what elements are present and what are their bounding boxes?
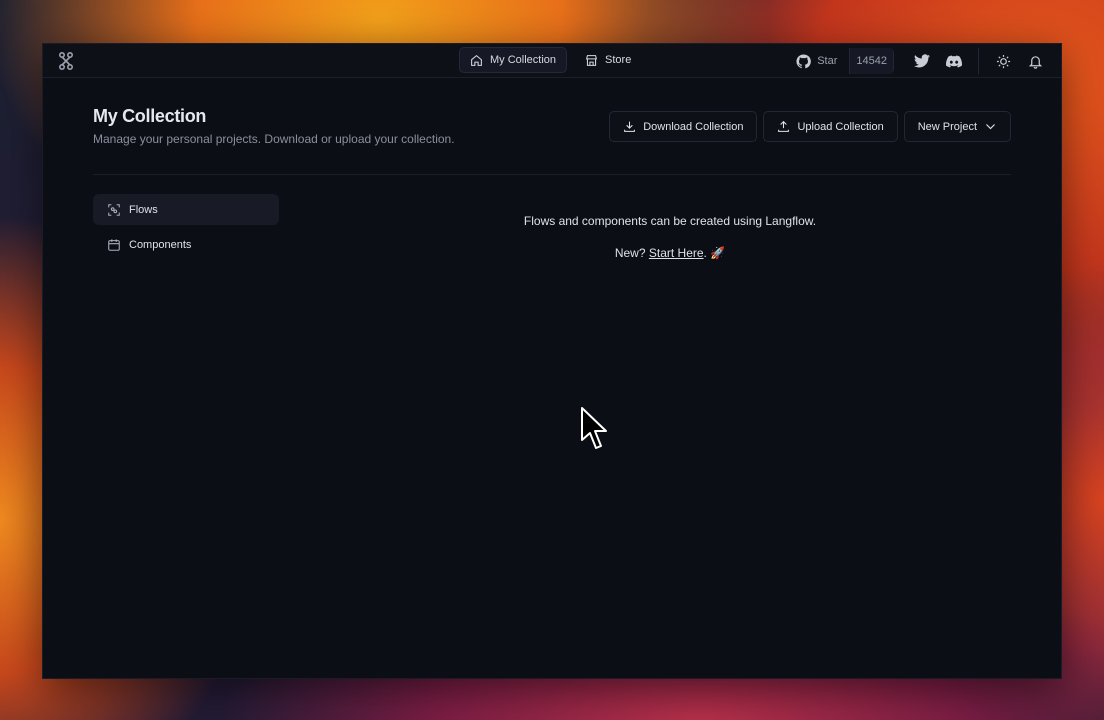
empty-state-suffix: . 🚀 (703, 246, 726, 260)
empty-state-message: Flows and components can be created usin… (523, 214, 817, 228)
page-subtitle: Manage your personal projects. Download … (93, 132, 455, 146)
flows-icon (108, 203, 120, 216)
sidebar-item-components-label: Components (129, 238, 192, 251)
header-divider (93, 174, 1011, 175)
main-nav: My Collection Store (459, 47, 641, 73)
twitter-icon[interactable] (914, 53, 930, 69)
page-title: My Collection (93, 106, 207, 126)
sidebar-item-components[interactable]: Components (93, 229, 279, 260)
download-collection-button[interactable]: Download Collection (609, 111, 758, 142)
langflow-logo-icon[interactable] (55, 50, 77, 72)
sun-icon[interactable] (995, 53, 1011, 69)
nav-store-label: Store (605, 54, 632, 66)
nav-my-collection-label: My Collection (490, 54, 557, 66)
top-bar: My Collection Store Star 14542 (43, 44, 1061, 78)
github-star-group[interactable]: Star 14542 (788, 48, 894, 74)
page-header: My Collection Manage your personal proje… (93, 106, 455, 146)
toolbar-separator (978, 48, 979, 74)
upload-icon (778, 120, 790, 132)
download-icon (624, 121, 636, 132)
new-project-button[interactable]: New Project (903, 111, 1011, 142)
header-actions: Download Collection Upload Collection Ne… (609, 111, 1011, 142)
empty-state: Flows and components can be created usin… (279, 214, 1061, 260)
new-project-label: New Project (917, 120, 977, 133)
discord-icon[interactable] (946, 53, 962, 69)
nav-my-collection[interactable]: My Collection (459, 47, 568, 73)
home-icon (471, 54, 482, 66)
start-here-link[interactable]: Start Here (649, 246, 704, 260)
download-collection-label: Download Collection (643, 120, 744, 133)
sidebar-item-flows[interactable]: Flows (93, 194, 279, 225)
github-star-button[interactable]: Star (788, 48, 849, 74)
chevron-down-icon (986, 124, 995, 130)
empty-state-prefix: New? (614, 246, 649, 260)
upload-collection-button[interactable]: Upload Collection (763, 111, 898, 142)
empty-state-cta: New? Start Here. 🚀 (279, 246, 1061, 260)
star-label: Star (817, 55, 838, 67)
app-window: My Collection Store Star 14542 My Collec… (42, 43, 1062, 679)
upload-collection-label: Upload Collection (797, 120, 884, 133)
store-icon (585, 54, 598, 66)
mouse-cursor-icon (581, 407, 607, 449)
top-right-tools: Star 14542 (788, 48, 1051, 74)
sidebar-item-flows-label: Flows (129, 203, 158, 216)
bell-icon[interactable] (1027, 53, 1043, 69)
nav-store[interactable]: Store (575, 47, 641, 73)
components-icon (108, 238, 120, 251)
collection-sidebar: Flows Components (93, 194, 279, 264)
github-icon (796, 53, 812, 68)
star-count: 14542 (849, 48, 894, 74)
